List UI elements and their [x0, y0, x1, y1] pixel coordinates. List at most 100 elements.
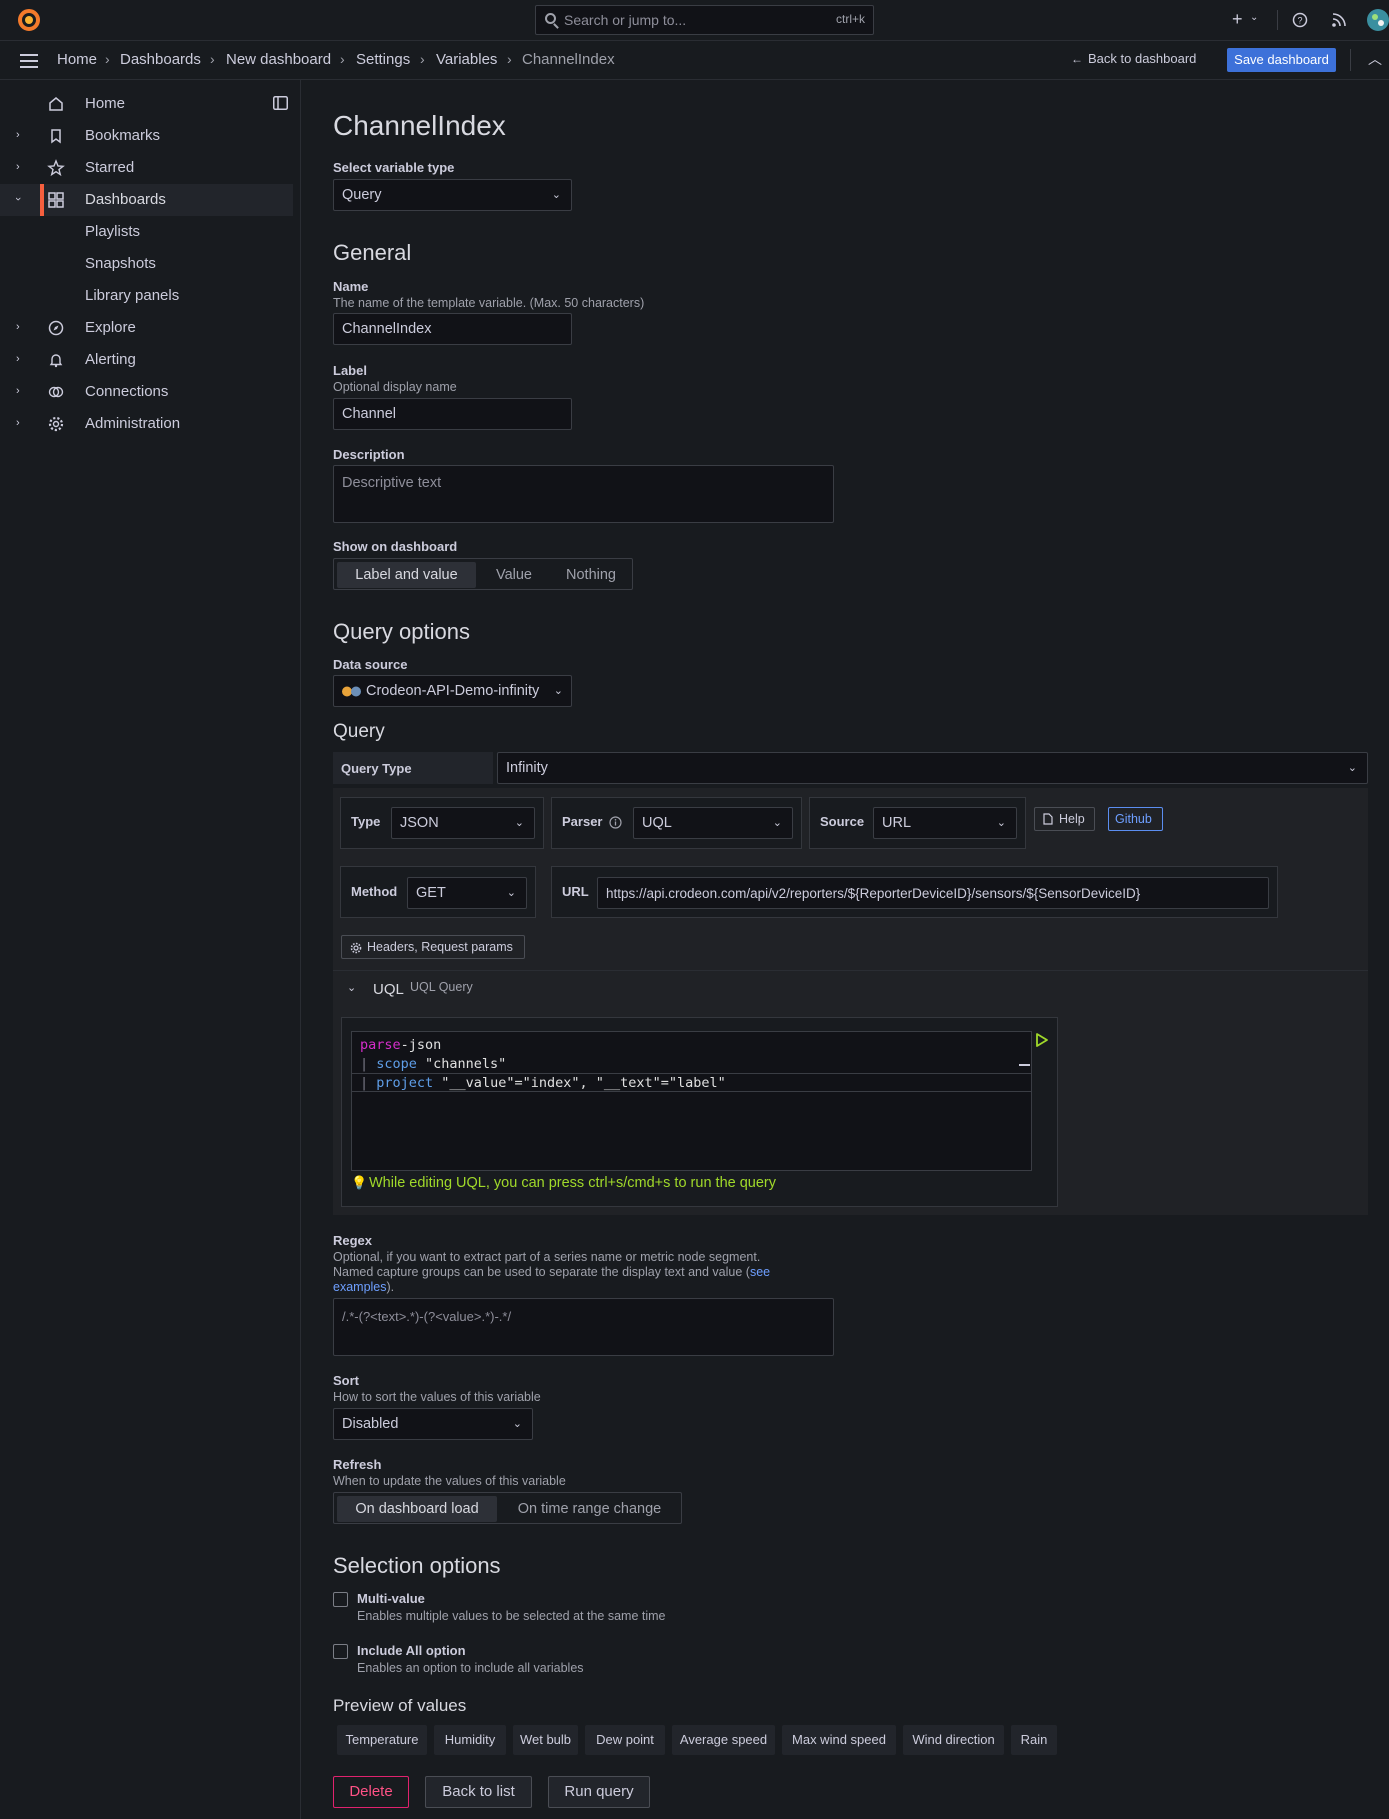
breadcrumb-separator: › [420, 51, 425, 67]
parser-select[interactable]: UQL ⌄ [633, 807, 793, 839]
preview-value-tag: Rain [1011, 1725, 1057, 1755]
run-query-button[interactable]: Run query [548, 1776, 650, 1808]
breadcrumb-settings[interactable]: Settings [356, 51, 410, 68]
label-input-value: Channel [342, 406, 397, 422]
multi-value-description: Enables multiple values to be selected a… [357, 1609, 666, 1623]
sidebar-item-home[interactable]: Home [0, 88, 293, 120]
description-placeholder: Descriptive text [342, 475, 442, 491]
see-examples-link[interactable]: examples [333, 1280, 387, 1294]
back-to-dashboard-button[interactable]: Back to dashboard [1088, 51, 1196, 66]
user-avatar[interactable] [1366, 8, 1389, 32]
help-button[interactable]: Help [1034, 807, 1095, 831]
regex-label: Regex [333, 1233, 373, 1248]
description-textarea[interactable]: Descriptive text [333, 465, 834, 523]
lightbulb-icon: 💡 [351, 1175, 368, 1190]
code-keyword: parse [360, 1037, 401, 1053]
label-input[interactable]: Channel [333, 398, 572, 430]
sidebar-item-administration[interactable]: › Administration [0, 408, 293, 440]
radio-label-and-value[interactable]: Label and value [337, 562, 476, 588]
sidebar-item-library-panels[interactable]: Library panels [0, 280, 293, 312]
chevron-right-icon[interactable]: › [16, 321, 20, 333]
delete-button[interactable]: Delete [333, 1776, 409, 1808]
see-examples-link[interactable]: see [750, 1265, 770, 1279]
bell-icon [49, 354, 63, 368]
method-select[interactable]: GET ⌄ [407, 877, 527, 909]
arrow-left-icon[interactable]: ← [1071, 52, 1083, 66]
save-dashboard-button[interactable]: Save dashboard [1227, 48, 1336, 72]
label-label: Label [333, 363, 367, 378]
rss-news-icon[interactable] [1331, 12, 1347, 28]
menu-icon[interactable] [20, 54, 38, 56]
type-select[interactable]: JSON ⌄ [391, 807, 535, 839]
sidebar-item-connections[interactable]: › Connections [0, 376, 293, 408]
chevron-right-icon[interactable]: › [16, 417, 20, 429]
search-input[interactable]: Search or jump to... ctrl+k [535, 5, 874, 35]
url-input[interactable]: https://api.crodeon.com/api/v2/reporters… [597, 877, 1269, 909]
sidebar-item-dashboards[interactable]: › Dashboards [0, 184, 293, 216]
radio-on-time-range-change[interactable]: On time range change [502, 1496, 677, 1522]
run-query-icon[interactable] [1035, 1032, 1049, 1048]
multi-value-label[interactable]: Multi-value [357, 1591, 425, 1606]
sidebar-item-explore[interactable]: › Explore [0, 312, 293, 344]
breadcrumb-new-dashboard[interactable]: New dashboard [226, 51, 331, 68]
uql-section-title[interactable]: UQL [373, 981, 404, 998]
sidebar-item-label: Alerting [85, 351, 136, 368]
grafana-logo-icon[interactable] [17, 8, 41, 32]
url-value: https://api.crodeon.com/api/v2/reporters… [606, 886, 1141, 901]
uql-editor-box: parse-json | scope "channels" | project … [341, 1017, 1058, 1207]
add-icon[interactable]: + [1232, 9, 1243, 30]
name-input[interactable]: ChannelIndex [333, 313, 572, 345]
back-to-list-button[interactable]: Back to list [425, 1776, 532, 1808]
sidebar-item-bookmarks[interactable]: › Bookmarks [0, 120, 293, 152]
breadcrumb-home[interactable]: Home [57, 51, 97, 68]
chevron-right-icon[interactable]: › [16, 353, 20, 365]
include-all-label[interactable]: Include All option [357, 1643, 466, 1658]
headers-label: Headers, Request params [367, 940, 513, 954]
sidebar-item-alerting[interactable]: › Alerting [0, 344, 293, 376]
info-icon[interactable] [609, 816, 622, 829]
preview-value-tag: Average speed [672, 1725, 775, 1755]
query-heading: Query [333, 721, 385, 742]
headers-request-params-button[interactable]: Headers, Request params [341, 935, 525, 959]
help-label: Help [1059, 812, 1085, 826]
chevron-right-icon[interactable]: › [16, 129, 20, 141]
sidebar-item-starred[interactable]: › Starred [0, 152, 293, 184]
chevron-right-icon[interactable]: › [16, 161, 20, 173]
query-type-select[interactable]: Infinity ⌄ [497, 752, 1368, 784]
help-icon[interactable]: ? [1292, 12, 1308, 28]
query-type-label-box: Query Type [333, 752, 493, 784]
code-text: -json [400, 1037, 442, 1053]
github-button[interactable]: Github [1108, 807, 1163, 831]
chevron-right-icon[interactable]: › [16, 385, 20, 397]
sidebar-item-snapshots[interactable]: Snapshots [0, 248, 293, 280]
label-description: Optional display name [333, 380, 457, 394]
multi-value-checkbox[interactable] [333, 1592, 348, 1607]
source-value: URL [882, 815, 912, 831]
sidebar-item-label: Playlists [85, 223, 141, 240]
include-all-checkbox[interactable] [333, 1644, 348, 1659]
url-field-box: URL https://api.crodeon.com/api/v2/repor… [551, 866, 1278, 918]
breadcrumb-separator: › [210, 51, 215, 67]
source-select[interactable]: URL ⌄ [873, 807, 1017, 839]
sidebar-item-playlists[interactable]: Playlists [0, 216, 293, 248]
show-on-dashboard-group: Label and value Value Nothing [333, 558, 633, 590]
breadcrumb-dashboards[interactable]: Dashboards [120, 51, 201, 68]
chevron-up-icon[interactable]: ︿ [1368, 49, 1382, 69]
chevron-down-icon[interactable]: › [12, 197, 24, 201]
parser-label: Parser [562, 814, 603, 829]
radio-nothing[interactable]: Nothing [552, 562, 630, 588]
chevron-down-icon[interactable]: ⌄ [347, 981, 356, 994]
uql-code-editor[interactable]: parse-json | scope "channels" | project … [351, 1031, 1032, 1171]
top-bar: Search or jump to... ctrl+k + ⌄ ? [0, 0, 1389, 41]
sidebar-item-label: Home [85, 95, 126, 112]
radio-value[interactable]: Value [480, 562, 548, 588]
radio-on-dashboard-load[interactable]: On dashboard load [337, 1496, 497, 1522]
variable-type-select[interactable]: Query ⌄ [333, 179, 572, 211]
sort-select[interactable]: Disabled ⌄ [333, 1408, 533, 1440]
url-label: URL [562, 884, 589, 899]
regex-textarea[interactable]: /.*-(?<text>.*)-(?<value>.*)-.*/ [333, 1298, 834, 1356]
selection-options-heading: Selection options [333, 1553, 501, 1578]
data-source-picker[interactable]: Crodeon-API-Demo-infinity ⌄ [333, 675, 572, 707]
breadcrumb-variables[interactable]: Variables [436, 51, 497, 68]
chevron-down-icon[interactable]: ⌄ [1250, 12, 1258, 23]
